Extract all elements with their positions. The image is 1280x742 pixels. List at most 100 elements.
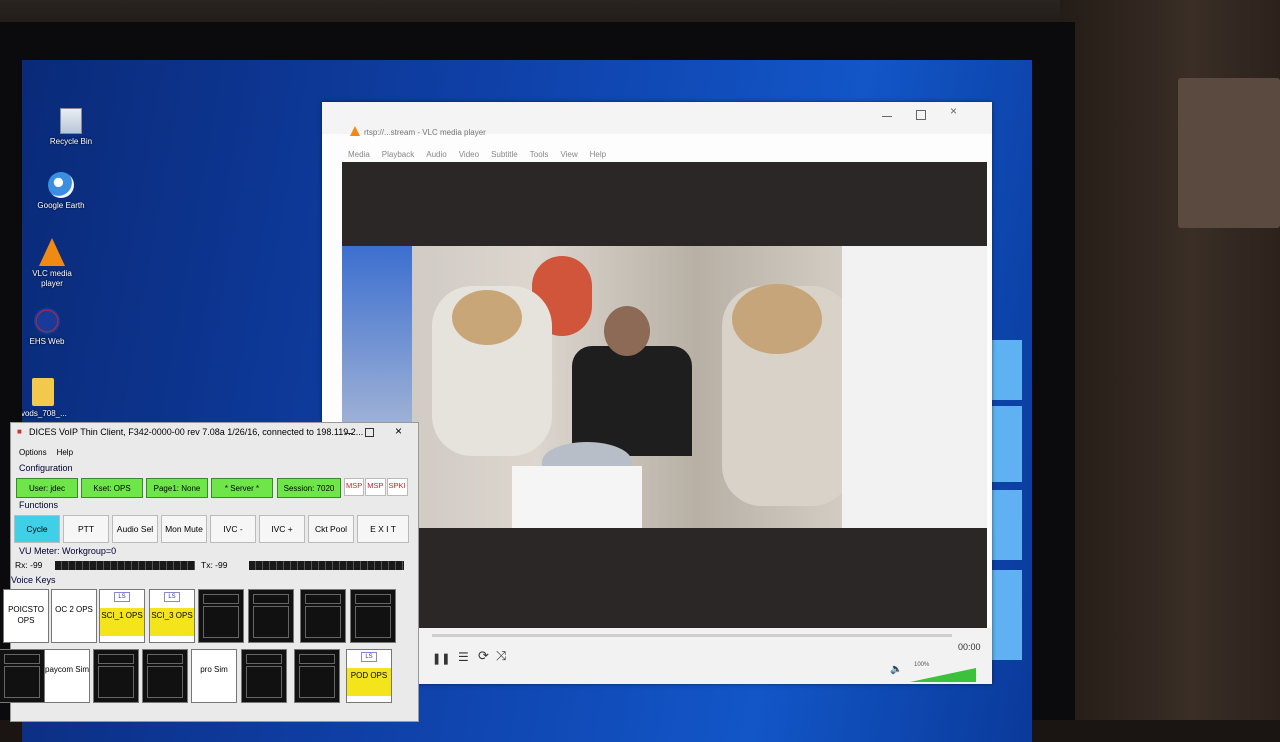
status-tag-msp: MSP	[344, 478, 365, 496]
voice-key-label: SCI_1 OPS	[100, 608, 144, 636]
voice-key-oc2[interactable]: OC 2 OPS	[51, 589, 97, 643]
voice-key-empty[interactable]	[0, 649, 45, 703]
tx-meter	[249, 561, 404, 570]
dices-app-icon: ■	[17, 427, 22, 436]
ls-tag: LS	[114, 592, 130, 602]
exit-button[interactable]: E X I T	[357, 515, 409, 543]
minimize-icon[interactable]	[882, 116, 892, 117]
dices-window-title: DICES VoIP Thin Client, F342-0000-00 rev…	[29, 427, 364, 437]
status-tags: MSP MSP SPKI	[344, 478, 408, 496]
helmet-left	[452, 290, 522, 345]
voice-key-empty[interactable]	[248, 589, 294, 643]
vlc-menu-media[interactable]: Media	[348, 150, 370, 159]
voice-key-paycom[interactable]: paycom Sim	[44, 649, 90, 703]
config-server-button[interactable]: * Server *	[211, 478, 273, 498]
vlc-menu-help[interactable]: Help	[590, 150, 606, 159]
voice-keys-label: Voice Keys	[11, 575, 56, 585]
dices-window[interactable]: ■ DICES VoIP Thin Client, F342-0000-00 r…	[0, 422, 419, 722]
rx-meter	[55, 561, 195, 570]
audio-sel-button[interactable]: Audio Sel	[112, 515, 158, 543]
voice-key-empty[interactable]	[241, 649, 287, 703]
rx-label: Rx: -99	[15, 560, 43, 570]
config-kset-button[interactable]: Kset: OPS	[81, 478, 143, 498]
white-cloth	[842, 246, 987, 528]
desktop-icon-label: EHS Web	[29, 337, 65, 346]
vlc-seek-bar[interactable]	[432, 634, 952, 637]
vlc-controls: 00:00 ❚❚ ☰ ⟳ ⤨ 🔈 100%	[322, 628, 992, 684]
pause-icon[interactable]: ❚❚	[432, 652, 450, 665]
vlc-menu-bar: Media Playback Audio Video Subtitle Tool…	[348, 150, 606, 159]
desktop-icon-label: VLC media player	[32, 269, 72, 288]
voice-key-pod[interactable]: LS POD OPS	[346, 649, 392, 703]
desktop-icon-label: lvods_708_...	[22, 409, 67, 418]
cycle-button[interactable]: Cycle	[14, 515, 60, 543]
close-icon[interactable]: ×	[395, 424, 402, 438]
helmet-right	[732, 284, 822, 354]
vlc-menu-view[interactable]: View	[560, 150, 577, 159]
vlc-menu-subtitle[interactable]: Subtitle	[491, 150, 518, 159]
voice-key-label: OC 2 OPS	[55, 605, 93, 614]
status-tag-spki: SPKI	[386, 478, 408, 496]
playlist-icon[interactable]: ☰	[458, 650, 469, 664]
desktop-icon-vlc[interactable]: VLC media player	[22, 238, 82, 289]
ptt-button[interactable]: PTT	[63, 515, 109, 543]
maximize-icon[interactable]	[916, 110, 926, 120]
desktop-icon-recycle-bin[interactable]: Recycle Bin	[36, 108, 106, 147]
minimize-icon[interactable]	[345, 433, 353, 434]
astronaut	[572, 346, 692, 456]
voice-key-empty[interactable]	[350, 589, 396, 643]
ivc-minus-button[interactable]: IVC -	[210, 515, 256, 543]
folder-icon	[32, 378, 54, 406]
voice-key-label: SCI_3 OPS	[150, 608, 194, 636]
functions-label: Functions	[19, 500, 59, 510]
configuration-label: Configuration	[19, 463, 73, 473]
vlc-menu-playback[interactable]: Playback	[382, 150, 414, 159]
vlc-video-area[interactable]	[342, 162, 987, 668]
nasa-logo-icon	[34, 308, 60, 334]
vlc-menu-video[interactable]: Video	[459, 150, 479, 159]
white-box	[512, 466, 642, 528]
speaker-icon[interactable]: 🔈	[890, 664, 902, 675]
vlc-window-title: rtsp://...stream - VLC media player	[364, 128, 486, 137]
ivc-plus-button[interactable]: IVC +	[259, 515, 305, 543]
voice-key-empty[interactable]	[93, 649, 139, 703]
vlc-window[interactable]: rtsp://...stream - VLC media player × Me…	[322, 102, 992, 684]
loop-icon[interactable]: ⟳	[478, 648, 489, 664]
tx-label: Tx: -99	[201, 560, 228, 570]
voice-key-label: POICSTO OPS	[8, 605, 44, 625]
close-icon[interactable]: ×	[950, 104, 957, 118]
menu-options[interactable]: Options	[19, 448, 47, 457]
mon-mute-button[interactable]: Mon Mute	[161, 515, 207, 543]
voice-key-label: paycom Sim	[45, 665, 90, 674]
voice-key-sci3[interactable]: LS SCI_3 OPS	[149, 589, 195, 643]
voice-key-empty[interactable]	[294, 649, 340, 703]
voice-key-label: POD OPS	[347, 668, 391, 696]
menu-help[interactable]: Help	[57, 448, 73, 457]
volume-slider[interactable]	[910, 668, 976, 682]
ckt-pool-button[interactable]: Ckt Pool	[308, 515, 354, 543]
vlc-title-bar[interactable]: rtsp://...stream - VLC media player ×	[322, 102, 992, 137]
vlc-menu-audio[interactable]: Audio	[426, 150, 446, 159]
google-earth-icon	[48, 172, 74, 198]
vlc-menu-tools[interactable]: Tools	[530, 150, 549, 159]
maximize-icon[interactable]	[365, 428, 374, 437]
vlc-cone-icon	[39, 238, 65, 266]
desktop-icon-google-earth[interactable]: Google Earth	[26, 172, 96, 211]
desktop-icon-ehs-web[interactable]: EHS Web	[22, 308, 82, 347]
voice-key-poicsto[interactable]: POICSTO OPS	[3, 589, 49, 643]
voice-key-empty[interactable]	[198, 589, 244, 643]
voice-key-pro-sim[interactable]: pro Sim	[191, 649, 237, 703]
desktop-icon-label: Google Earth	[37, 201, 85, 210]
shuffle-icon[interactable]: ⤨	[496, 648, 506, 664]
desktop-icon-label: Recycle Bin	[49, 137, 93, 146]
vlc-title-icon	[350, 126, 360, 136]
ls-tag: LS	[164, 592, 180, 602]
status-tag-msp-2: MSP	[365, 478, 386, 496]
config-session-button[interactable]: Session: 7020	[277, 478, 341, 498]
desktop-icon-lvods[interactable]: lvods_708_...	[22, 378, 78, 419]
voice-key-sci1[interactable]: LS SCI_1 OPS	[99, 589, 145, 643]
voice-key-empty[interactable]	[300, 589, 346, 643]
config-page-button[interactable]: Page1: None	[146, 478, 208, 498]
voice-key-empty[interactable]	[142, 649, 188, 703]
config-user-button[interactable]: User: jdec	[16, 478, 78, 498]
